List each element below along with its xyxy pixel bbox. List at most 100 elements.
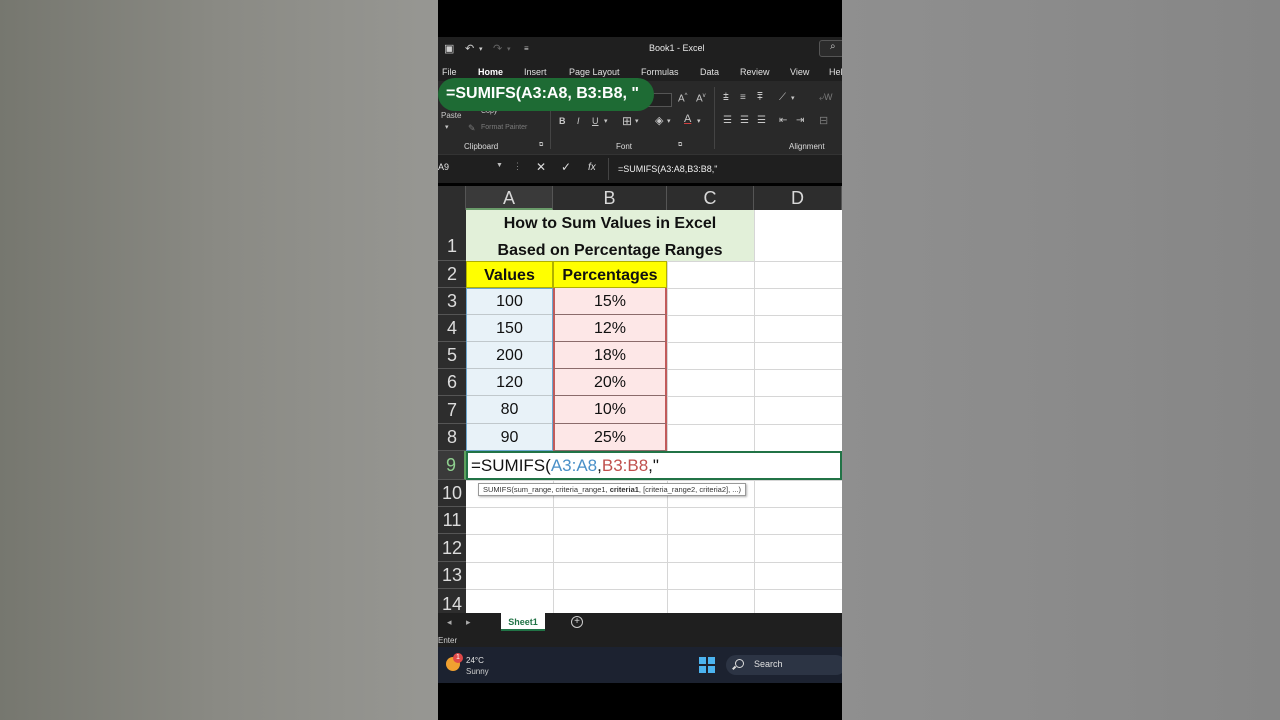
insert-function-button[interactable]: fx <box>588 162 596 173</box>
column-header-d[interactable]: D <box>754 186 842 210</box>
windows-start-icon[interactable] <box>699 657 715 673</box>
taskbar: 1 24°C Sunny Search <box>438 647 842 683</box>
align-middle-icon[interactable]: ≡ <box>740 92 746 103</box>
percentage-cell[interactable]: 18% <box>553 342 667 369</box>
row-header-3[interactable]: 3 <box>438 288 466 315</box>
font-launcher-icon[interactable]: ⧉ <box>678 142 682 149</box>
bold-button[interactable]: B <box>559 116 566 126</box>
align-left-icon[interactable]: ☰ <box>723 115 732 126</box>
wrap-text-icon[interactable]: ⤶W <box>819 92 833 103</box>
column-header-b[interactable]: B <box>553 186 667 210</box>
function-tooltip[interactable]: SUMIFS(sum_range, criteria_range1, crite… <box>478 483 747 496</box>
redo-dropdown-icon[interactable]: ▾ <box>507 45 511 53</box>
customize-toolbar-icon[interactable]: ≡ <box>524 44 529 53</box>
font-color-icon[interactable]: A <box>684 113 691 125</box>
tab-formulas[interactable]: Formulas <box>641 67 679 77</box>
decrease-font-icon[interactable]: Av <box>696 93 706 104</box>
underline-button[interactable]: U <box>592 116 599 126</box>
align-right-icon[interactable]: ☰ <box>757 115 766 126</box>
row-header-14[interactable]: 14 <box>438 589 466 613</box>
row-header-4[interactable]: 4 <box>438 315 466 342</box>
font-color-dropdown-icon[interactable]: ▾ <box>697 117 701 125</box>
column-header-c[interactable]: C <box>667 186 754 210</box>
add-sheet-icon[interactable]: + <box>571 616 583 628</box>
header-values-cell[interactable]: Values <box>466 261 553 288</box>
increase-font-icon[interactable]: A^ <box>678 93 688 104</box>
percentage-cell[interactable]: 25% <box>553 424 667 451</box>
row-header-11[interactable]: 11 <box>438 507 466 534</box>
align-bottom-icon[interactable]: ⩱ <box>757 92 763 103</box>
name-box[interactable]: A9 <box>438 162 504 177</box>
row-header-13[interactable]: 13 <box>438 562 466 589</box>
formula-input[interactable]: =SUMIFS(A3:A8,B3:B8," <box>618 164 717 174</box>
header-percentages-cell[interactable]: Percentages <box>553 261 667 288</box>
underline-dropdown-icon[interactable]: ▾ <box>604 117 608 125</box>
row-header-6[interactable]: 6 <box>438 369 466 396</box>
value-cell[interactable]: 80 <box>466 396 553 424</box>
fill-color-dropdown-icon[interactable]: ▾ <box>667 117 671 125</box>
tab-view[interactable]: View <box>790 67 809 77</box>
scroll-left-icon[interactable]: ◂ <box>447 617 452 628</box>
format-painter-icon[interactable]: ✎ <box>468 123 476 134</box>
tab-help[interactable]: Hel <box>829 67 842 77</box>
row-header-9[interactable]: 9 <box>438 451 466 480</box>
row-header-8[interactable]: 8 <box>438 424 466 451</box>
row-header-1[interactable]: 1 <box>438 210 466 261</box>
save-icon[interactable]: ▣ <box>444 42 454 55</box>
name-box-dropdown-icon[interactable]: ▼ <box>496 162 503 169</box>
orientation-dropdown-icon[interactable]: ▾ <box>791 94 795 102</box>
value-cell[interactable]: 150 <box>466 315 553 342</box>
orientation-icon[interactable]: ⟋ <box>779 92 786 103</box>
percentage-cell[interactable]: 15% <box>553 288 667 315</box>
increase-indent-icon[interactable]: ⇥ <box>796 115 804 126</box>
search-box[interactable]: ⌕ <box>819 40 842 57</box>
fill-color-icon[interactable]: ◈ <box>655 114 663 127</box>
percentage-cell[interactable]: 10% <box>553 396 667 424</box>
percentage-cell[interactable]: 12% <box>553 315 667 342</box>
redo-icon[interactable]: ↷ <box>493 42 502 55</box>
tab-home[interactable]: Home <box>478 67 504 81</box>
weather-temperature[interactable]: 24°C <box>466 656 484 665</box>
worksheet-grid[interactable]: A B C D 1 2 3 4 5 6 7 8 9 10 11 12 13 14 <box>438 186 842 613</box>
borders-icon[interactable]: ⊞ <box>622 114 632 128</box>
tab-data[interactable]: Data <box>700 67 719 77</box>
value-cell[interactable]: 100 <box>466 288 553 315</box>
enter-icon[interactable]: ✓ <box>561 160 571 174</box>
title-cell[interactable]: How to Sum Values in Excel Based on Perc… <box>466 210 754 261</box>
percentage-cell[interactable]: 20% <box>553 369 667 396</box>
row-header-2[interactable]: 2 <box>438 261 466 288</box>
paste-dropdown-icon[interactable]: ▾ <box>445 123 449 131</box>
clipboard-launcher-icon[interactable]: ⧉ <box>539 142 543 149</box>
scroll-right-icon[interactable]: ▸ <box>466 617 471 628</box>
tab-insert[interactable]: Insert <box>524 67 547 77</box>
tooltip-current-argument[interactable]: criteria1 <box>610 485 639 494</box>
tab-file[interactable]: File <box>442 67 457 77</box>
value-cell[interactable]: 120 <box>466 369 553 396</box>
format-painter-button[interactable]: Format Painter <box>481 124 527 131</box>
column-header-a[interactable]: A <box>466 186 553 210</box>
cancel-icon[interactable]: ✕ <box>536 160 546 174</box>
row-header-12[interactable]: 12 <box>438 534 466 562</box>
sheet-tab-sheet1[interactable]: Sheet1 <box>501 613 545 631</box>
undo-dropdown-icon[interactable]: ▾ <box>479 45 483 53</box>
row-header-7[interactable]: 7 <box>438 396 466 424</box>
borders-dropdown-icon[interactable]: ▾ <box>635 117 639 125</box>
merge-center-icon[interactable]: ⊟ <box>819 114 828 127</box>
tab-review[interactable]: Review <box>740 67 770 77</box>
undo-icon[interactable]: ↶ <box>465 42 474 55</box>
formula-range-2: B3:B8 <box>601 456 649 475</box>
value-cell[interactable]: 200 <box>466 342 553 369</box>
decrease-indent-icon[interactable]: ⇤ <box>779 115 787 126</box>
paste-button[interactable]: Paste <box>441 111 461 120</box>
active-cell-editor[interactable]: =SUMIFS(A3:A8,B3:B8," <box>466 451 842 480</box>
italic-button[interactable]: I <box>577 116 580 126</box>
row-header-5[interactable]: 5 <box>438 342 466 369</box>
row-header-10[interactable]: 10 <box>438 480 466 507</box>
value-cell[interactable]: 90 <box>466 424 553 451</box>
select-all-button[interactable] <box>438 186 466 210</box>
align-top-icon[interactable]: ⩲ <box>723 92 729 103</box>
align-center-icon[interactable]: ☰ <box>740 115 749 126</box>
formula-bar-handle-icon[interactable]: ⋮ <box>513 161 522 172</box>
weather-condition[interactable]: Sunny <box>466 667 489 676</box>
tab-page-layout[interactable]: Page Layout <box>569 67 620 77</box>
